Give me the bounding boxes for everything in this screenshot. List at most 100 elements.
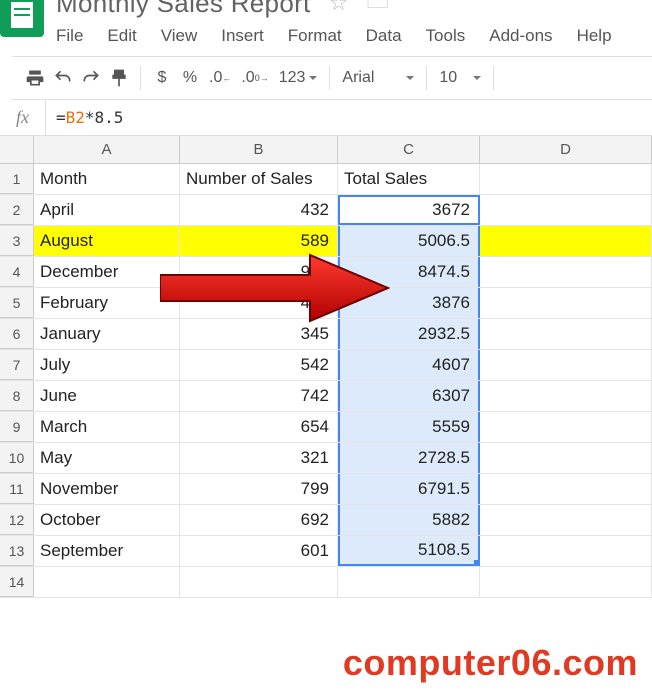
menu-file[interactable]: File xyxy=(56,26,83,46)
redo-icon[interactable] xyxy=(78,65,104,91)
doc-title-text[interactable]: Monthly Sales Report xyxy=(56,0,311,19)
cell-d6[interactable] xyxy=(480,319,652,349)
cell-b4[interactable]: 997 xyxy=(180,257,338,287)
row-header[interactable]: 9 xyxy=(0,412,34,442)
row-header[interactable]: 14 xyxy=(0,567,34,597)
cell-a5[interactable]: February xyxy=(34,288,180,318)
cell-a3[interactable]: August xyxy=(34,226,180,256)
cell-d5[interactable] xyxy=(480,288,652,318)
row-header[interactable]: 6 xyxy=(0,319,34,349)
cell-d1[interactable] xyxy=(480,164,652,194)
cell-d9[interactable] xyxy=(480,412,652,442)
cell-c11[interactable]: 6791.5 xyxy=(338,474,480,504)
cell-d4[interactable] xyxy=(480,257,652,287)
cell-d11[interactable] xyxy=(480,474,652,504)
row-header[interactable]: 1 xyxy=(0,164,34,194)
cell-a13[interactable]: September xyxy=(34,536,180,566)
print-icon[interactable] xyxy=(22,65,48,91)
cell-a14[interactable] xyxy=(34,567,180,597)
col-header-c[interactable]: C xyxy=(338,136,480,164)
col-header-b[interactable]: B xyxy=(180,136,338,164)
row-header[interactable]: 5 xyxy=(0,288,34,318)
cell-c8[interactable]: 6307 xyxy=(338,381,480,411)
star-icon[interactable]: ☆ xyxy=(329,0,349,16)
cell-b11[interactable]: 799 xyxy=(180,474,338,504)
cell-b10[interactable]: 321 xyxy=(180,443,338,473)
font-family-dropdown[interactable]: Arial xyxy=(338,65,418,91)
menu-format[interactable]: Format xyxy=(288,26,342,46)
cell-c2[interactable]: 3672 xyxy=(338,195,480,225)
menu-tools[interactable]: Tools xyxy=(426,26,466,46)
cell-c1[interactable]: Total Sales xyxy=(338,164,480,194)
row-header[interactable]: 4 xyxy=(0,257,34,287)
undo-icon[interactable] xyxy=(50,65,76,91)
cell-c7[interactable]: 4607 xyxy=(338,350,480,380)
menu-data[interactable]: Data xyxy=(366,26,402,46)
spreadsheet-grid[interactable]: A B C D 1MonthNumber of SalesTotal Sales… xyxy=(0,136,652,598)
cell-c13[interactable]: 5108.5 xyxy=(338,536,480,566)
formula-input[interactable]: =B2*8.5 xyxy=(46,108,123,127)
menu-help[interactable]: Help xyxy=(577,26,612,46)
paint-format-icon[interactable] xyxy=(106,65,132,91)
cell-b13[interactable]: 601 xyxy=(180,536,338,566)
row-header[interactable]: 3 xyxy=(0,226,34,256)
currency-button[interactable]: $ xyxy=(149,65,175,91)
cell-b2[interactable]: 432 xyxy=(180,195,338,225)
fill-handle[interactable] xyxy=(474,560,480,566)
cell-d13[interactable] xyxy=(480,536,652,566)
cell-a12[interactable]: October xyxy=(34,505,180,535)
cell-c5[interactable]: 3876 xyxy=(338,288,480,318)
row-header[interactable]: 2 xyxy=(0,195,34,225)
cell-b6[interactable]: 345 xyxy=(180,319,338,349)
cell-b12[interactable]: 692 xyxy=(180,505,338,535)
sheets-app-icon[interactable] xyxy=(0,0,44,37)
cell-b9[interactable]: 654 xyxy=(180,412,338,442)
cell-b1[interactable]: Number of Sales xyxy=(180,164,338,194)
cell-d12[interactable] xyxy=(480,505,652,535)
cell-d8[interactable] xyxy=(480,381,652,411)
cell-d2[interactable] xyxy=(480,195,652,225)
folder-icon[interactable]: 🗀 xyxy=(367,0,389,22)
row-header[interactable]: 13 xyxy=(0,536,34,566)
cell-c12[interactable]: 5882 xyxy=(338,505,480,535)
row-header[interactable]: 11 xyxy=(0,474,34,504)
select-all-corner[interactable] xyxy=(0,136,34,164)
cell-c4[interactable]: 8474.5 xyxy=(338,257,480,287)
decrease-decimal-button[interactable]: .0← xyxy=(205,65,235,91)
menu-edit[interactable]: Edit xyxy=(107,26,136,46)
cell-a2[interactable]: April xyxy=(34,195,180,225)
cell-c3[interactable]: 5006.5 xyxy=(338,226,480,256)
cell-b14[interactable] xyxy=(180,567,338,597)
document-title[interactable]: Monthly Sales Report ☆ 🗀 xyxy=(56,0,612,22)
font-size-dropdown[interactable]: 10 xyxy=(435,65,485,91)
increase-decimal-button[interactable]: .00→ xyxy=(237,65,272,91)
cell-a6[interactable]: January xyxy=(34,319,180,349)
menu-view[interactable]: View xyxy=(161,26,198,46)
row-header[interactable]: 10 xyxy=(0,443,34,473)
cell-d10[interactable] xyxy=(480,443,652,473)
number-format-dropdown[interactable]: 123 xyxy=(275,65,322,91)
cell-c9[interactable]: 5559 xyxy=(338,412,480,442)
cell-d14[interactable] xyxy=(480,567,652,597)
cell-b5[interactable]: 456 xyxy=(180,288,338,318)
menu-addons[interactable]: Add-ons xyxy=(489,26,552,46)
cell-c6[interactable]: 2932.5 xyxy=(338,319,480,349)
percent-button[interactable]: % xyxy=(177,65,203,91)
cell-c14[interactable] xyxy=(338,567,480,597)
col-header-d[interactable]: D xyxy=(480,136,652,164)
cell-a7[interactable]: July xyxy=(34,350,180,380)
cell-c10[interactable]: 2728.5 xyxy=(338,443,480,473)
row-header[interactable]: 12 xyxy=(0,505,34,535)
cell-b3[interactable]: 589 xyxy=(180,226,338,256)
cell-d7[interactable] xyxy=(480,350,652,380)
cell-a10[interactable]: May xyxy=(34,443,180,473)
cell-a11[interactable]: November xyxy=(34,474,180,504)
cell-d3[interactable] xyxy=(480,226,652,256)
cell-b8[interactable]: 742 xyxy=(180,381,338,411)
cell-a4[interactable]: December xyxy=(34,257,180,287)
cell-a8[interactable]: June xyxy=(34,381,180,411)
row-header[interactable]: 7 xyxy=(0,350,34,380)
row-header[interactable]: 8 xyxy=(0,381,34,411)
col-header-a[interactable]: A xyxy=(34,136,180,164)
menu-insert[interactable]: Insert xyxy=(221,26,264,46)
